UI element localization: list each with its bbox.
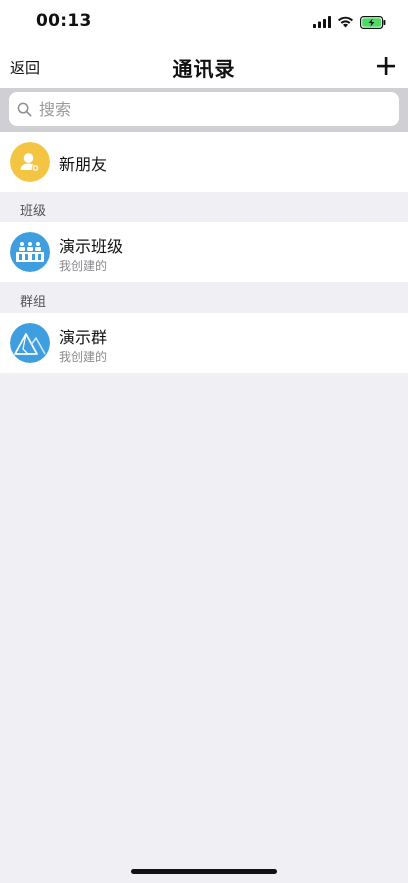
section-header-label: 群组 — [20, 295, 47, 310]
section-header-label: 班级 — [20, 204, 47, 219]
new-friends-label: 新朋友 — [59, 155, 108, 174]
search-bar — [0, 88, 408, 132]
cellular-signal-icon — [313, 16, 331, 28]
search-input[interactable] — [37, 98, 381, 120]
section-header-class: 班级 — [0, 192, 408, 222]
new-friends-row[interactable]: 新朋友 — [0, 132, 408, 192]
list-item-group[interactable]: 演示群 我创建的 — [0, 313, 408, 373]
navigation-bar: 返回 通讯录 — [0, 44, 408, 88]
list-item-title: 演示群 — [59, 328, 108, 347]
mountain-group-icon — [10, 323, 50, 363]
status-bar: 00:13 — [0, 0, 408, 44]
status-icons — [313, 14, 386, 30]
status-time: 00:13 — [36, 11, 92, 31]
class-icon — [10, 232, 50, 272]
plus-icon[interactable] — [376, 56, 396, 76]
add-contact-icon — [10, 142, 50, 182]
list-item-class[interactable]: 演示班级 我创建的 — [0, 222, 408, 282]
page-title: 通讯录 — [172, 57, 236, 81]
list-item-subtitle: 我创建的 — [59, 259, 108, 273]
home-indicator[interactable] — [131, 869, 277, 874]
wifi-icon — [338, 16, 353, 28]
search-box[interactable] — [9, 92, 399, 126]
battery-charging-icon — [360, 15, 386, 29]
section-header-group: 群组 — [0, 283, 408, 313]
list-item-title: 演示班级 — [59, 237, 124, 256]
search-icon — [17, 102, 32, 117]
list-item-subtitle: 我创建的 — [59, 350, 108, 364]
